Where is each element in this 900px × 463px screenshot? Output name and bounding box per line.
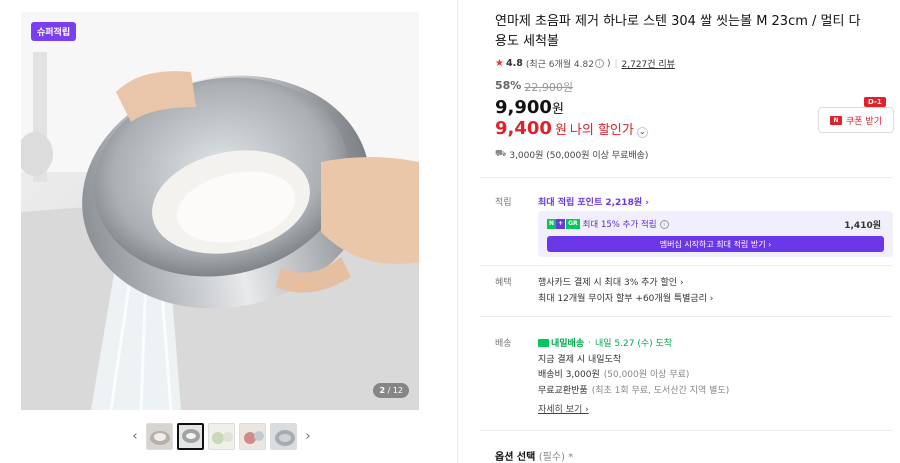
delivery-line: 지금 결제 시 내일도착 (538, 352, 621, 365)
info-icon[interactable]: i (659, 219, 669, 229)
coupon-dday-tag: D-1 (864, 97, 886, 107)
sale-price-value: 9,900 (495, 97, 552, 118)
product-title: 연마제 초음파 제거 하나로 스텐 304 쌀 씻는볼 M 23cm / 멀티 … (495, 14, 861, 49)
np-n: N (547, 219, 557, 229)
original-price: 22,900원 (524, 81, 573, 94)
thumbnail-5[interactable] (270, 422, 297, 450)
card-discount-link[interactable]: 행사카드 결제 시 최대 3% 추가 할인 › (538, 275, 684, 288)
image-gallery: 슈퍼적립 2 / 12 ‹ › (0, 0, 457, 463)
installment-link[interactable]: 최대 12개월 무이자 할부 +60개월 특별금리 › (538, 291, 713, 304)
delivery-line-text: 지금 결제 시 내일도착 (538, 355, 622, 365)
discount-rate: 58% (495, 79, 522, 92)
benefits-section-label: 혜택 (495, 278, 512, 288)
info-icon[interactable]: i (594, 59, 604, 68)
delivery-badge-row: 내일배송 · 내일 5.27 (수) 도착 (538, 336, 672, 349)
product-main-image[interactable]: 슈퍼적립 2 / 12 (21, 12, 419, 410)
membership-start-button[interactable]: 멤버십 시작하고 최대 적립 받기 › (547, 236, 884, 252)
option-select-label: 옵션 선택 (495, 452, 536, 463)
returns-note: (최초 1회 무료, 도서산간 지역 별도) (591, 386, 730, 396)
delivery-more-link[interactable]: 자세히 보기 › (538, 402, 589, 415)
rice-bowl-photo (21, 12, 419, 410)
tomorrow-delivery-badge: 내일배송 (538, 336, 584, 349)
image-counter-current: 2 (379, 386, 386, 395)
returns-text: 무료교환반품 (538, 386, 588, 396)
chevron-down-icon[interactable]: ⌄ (636, 127, 648, 138)
section-divider (480, 265, 892, 266)
thumbnail-image (240, 423, 265, 449)
coupon-button[interactable]: N 쿠폰 받기 (818, 107, 894, 133)
image-counter: 2 / 12 (373, 383, 409, 398)
product-info-panel: 연마제 초음파 제거 하나로 스텐 304 쌀 씻는볼 M 23cm / 멀티 … (480, 0, 895, 463)
my-price-label: 나의 할인가 (569, 123, 634, 138)
delivery-section-label: 배송 (495, 339, 512, 349)
returns-row: 무료교환반품 (최초 1회 무료, 도서산간 지역 별도) (538, 383, 729, 396)
prev-image-arrow-icon[interactable]: ‹ (128, 422, 142, 450)
thumbnail-4[interactable] (239, 422, 266, 450)
thumbnail-image (271, 423, 296, 449)
np-g: GR (565, 219, 580, 229)
naver-plus-icon: N + GR (547, 219, 580, 229)
sale-price: 9,900원 (495, 97, 564, 118)
coupon-icon: N (830, 115, 842, 125)
membership-amount: 1,410원 (844, 221, 881, 231)
next-image-arrow-icon[interactable]: › (301, 422, 315, 450)
thumbnail-image (147, 423, 172, 449)
thumbnail-3[interactable] (208, 422, 235, 450)
rating-row: ★ 4.8 (최근 6개월 4.82 i ) | 2,727건 리뷰 (495, 57, 675, 70)
column-divider (457, 0, 458, 463)
membership-row: N + GR 최대 15% 추가 적립 i (547, 218, 669, 230)
coupon-button-label: 쿠폰 받기 (846, 116, 882, 127)
my-price-unit: 원 (554, 123, 567, 138)
max-points-link[interactable]: 최대 적립 포인트 2,218원 › (538, 195, 649, 208)
delivery-fee: 배송비 3,000원 (538, 370, 600, 380)
image-counter-total: / 12 (387, 386, 403, 395)
np-plus: + (556, 219, 566, 229)
discount-row: 58% 22,900원 (495, 79, 573, 95)
truck-icon: ⛟ (495, 149, 507, 159)
points-section-label: 적립 (495, 198, 512, 208)
rating-score: 4.8 (505, 58, 523, 69)
super-points-badge: 슈퍼적립 (31, 22, 77, 41)
section-divider (480, 430, 892, 431)
shipping-summary-text: 3,000원 (50,000원 이상 무료배송) (509, 151, 649, 161)
section-divider (480, 177, 892, 178)
rating-recent: (최근 6개월 4.82 (525, 60, 594, 70)
section-divider (480, 316, 892, 317)
delivery-fee-note: (50,000원 이상 무료) (603, 370, 690, 380)
membership-text: 최대 15% 추가 적립 (582, 220, 657, 230)
arrival-date: 내일 5.27 (수) 도착 (595, 339, 673, 349)
star-icon: ★ (495, 58, 504, 69)
delivery-fee-row: 배송비 3,000원 (50,000원 이상 무료) (538, 367, 689, 380)
rating-recent-close: ) (606, 58, 611, 69)
thumbnail-image (179, 424, 202, 448)
sale-price-unit: 원 (551, 102, 564, 117)
thumbnail-strip: ‹ › (128, 422, 315, 450)
truck-icon (538, 338, 549, 347)
option-required: (필수) * (538, 452, 574, 463)
shipping-summary: ⛟ 3,000원 (50,000원 이상 무료배송) (495, 148, 648, 161)
thumbnail-1[interactable] (146, 422, 173, 450)
review-count-link[interactable]: 2,727건 리뷰 (622, 57, 675, 70)
my-discount-price[interactable]: 9,400 원 나의 할인가 ⌄ (495, 118, 648, 139)
rating-separator: | (614, 58, 618, 69)
option-select-header: 옵션 선택 (필수) * (495, 448, 573, 463)
my-price-value: 9,400 (495, 118, 552, 139)
thumbnail-image (209, 423, 234, 449)
thumbnail-2[interactable] (177, 422, 204, 450)
delivery-separator: · (588, 337, 591, 348)
membership-box: N + GR 최대 15% 추가 적립 i 1,410원 멤버십 시작하고 최대 적… (538, 211, 893, 257)
tomorrow-delivery-label: 내일배송 (551, 339, 585, 349)
